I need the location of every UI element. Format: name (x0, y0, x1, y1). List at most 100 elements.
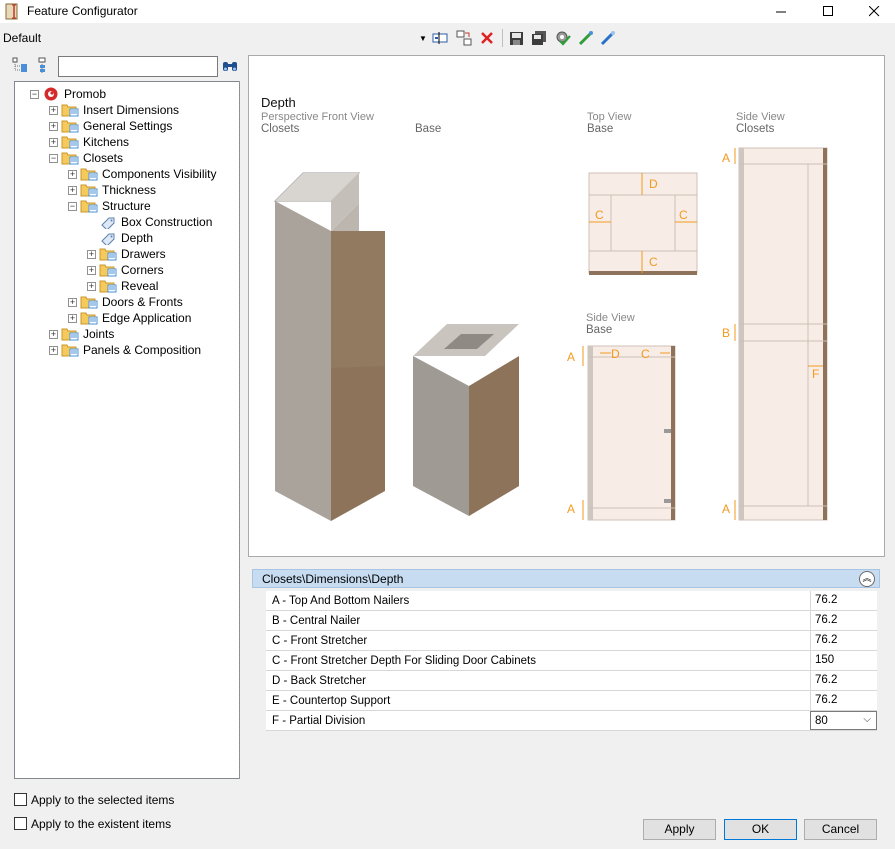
expand-icon[interactable]: + (87, 281, 96, 291)
settings-check-button[interactable] (553, 29, 571, 47)
rename-button[interactable] (431, 29, 449, 47)
expand-icon[interactable]: + (87, 249, 96, 259)
collapse-icon[interactable]: − (30, 89, 39, 99)
import-button[interactable] (577, 29, 595, 47)
tree-item[interactable]: + Components Visibility (68, 166, 218, 182)
side-view-closets-drawing (734, 147, 828, 521)
expand-all-icon[interactable] (12, 57, 29, 74)
property-value[interactable]: 76.2 (810, 611, 877, 630)
tree-item[interactable]: − Promob (30, 86, 107, 102)
property-path: Closets\Dimensions\Depth (262, 572, 404, 586)
tree-item[interactable]: + Kitchens (49, 134, 130, 150)
property-value[interactable]: 76.2 (810, 691, 877, 710)
collapse-chevron-icon[interactable]: ︽ (859, 571, 875, 587)
export-button[interactable] (599, 29, 617, 47)
delete-button[interactable] (478, 29, 496, 47)
property-row[interactable]: C - Front Stretcher 76.2 (266, 631, 877, 651)
apply-existent-checkbox[interactable] (14, 817, 27, 830)
apply-existent-label: Apply to the existent items (31, 817, 172, 831)
marker-a-closet-bottom: A (722, 502, 730, 516)
property-row[interactable]: E - Countertop Support 76.2 (266, 691, 877, 711)
close-button[interactable] (851, 0, 895, 23)
tree-item-label: Panels & Composition (83, 343, 202, 357)
tree-search-input[interactable] (58, 56, 218, 77)
tree-item-label: Thickness (102, 183, 157, 197)
expand-icon[interactable]: + (68, 297, 77, 307)
folder-icon (61, 136, 79, 149)
tree-item[interactable]: + Drawers (87, 246, 167, 262)
property-value[interactable]: 150 (810, 651, 877, 670)
property-name: A - Top And Bottom Nailers (272, 595, 410, 607)
apply-selected-checkbox[interactable] (14, 793, 27, 806)
property-value-text: 76.2 (815, 694, 838, 706)
expand-icon[interactable]: + (49, 345, 58, 355)
close-icon (868, 6, 879, 17)
tree-item-label: Insert Dimensions (83, 103, 180, 117)
profile-value: Default (3, 31, 42, 45)
tree-item-label: General Settings (83, 119, 173, 133)
title-bar: Feature Configurator (0, 0, 895, 23)
tree-item[interactable]: + Thickness (68, 182, 157, 198)
export-arrow-icon (600, 31, 615, 46)
collapse-icon[interactable]: − (68, 201, 77, 211)
tree-item-label: Box Construction (121, 215, 213, 229)
property-value[interactable]: 76.2 (810, 591, 877, 610)
gear-check-icon (556, 31, 571, 46)
tree-item[interactable]: + Corners (87, 262, 165, 278)
expand-icon[interactable]: + (49, 329, 58, 339)
apply-button[interactable]: Apply (643, 819, 716, 840)
property-value[interactable]: 76.2 (810, 631, 877, 650)
save-as-button[interactable] (530, 29, 548, 47)
binoculars-icon[interactable] (221, 57, 239, 75)
app-icon (5, 3, 18, 20)
profile-dropdown[interactable]: Default ▼ (0, 28, 432, 48)
minimize-button[interactable] (758, 0, 804, 23)
tree-item[interactable]: + General Settings (49, 118, 173, 134)
expand-icon[interactable]: + (49, 121, 58, 131)
save-button[interactable] (507, 29, 525, 47)
tree-item[interactable]: + Insert Dimensions (49, 102, 180, 118)
folder-icon (99, 280, 117, 293)
collapse-all-icon[interactable] (37, 57, 49, 74)
cancel-button[interactable]: Cancel (804, 819, 877, 840)
expand-icon[interactable]: + (68, 313, 77, 323)
expand-icon[interactable]: + (68, 185, 77, 195)
tree-item[interactable]: + Panels & Composition (49, 342, 202, 358)
move-button[interactable] (455, 29, 473, 47)
tree-item[interactable]: + Reveal (87, 278, 159, 294)
tree-item[interactable]: + Doors & Fronts (68, 294, 184, 310)
property-row[interactable]: C - Front Stretcher Depth For Sliding Do… (266, 651, 877, 671)
feature-tree[interactable]: − Promob + Insert Dimensions + General Settin… (14, 81, 240, 779)
window-title: Feature Configurator (27, 4, 138, 18)
tall-closet-3d (273, 172, 385, 521)
import-arrow-icon (578, 31, 593, 46)
property-row[interactable]: F - Partial Division 80 ⌵ (266, 711, 877, 731)
tree-item[interactable]: + Edge Application (68, 310, 192, 326)
tree-item[interactable]: Box Construction (87, 214, 213, 230)
collapse-icon[interactable]: − (49, 153, 58, 163)
property-row[interactable]: B - Central Nailer 76.2 (266, 611, 877, 631)
ok-button[interactable]: OK (724, 819, 797, 840)
property-value[interactable]: 76.2 (810, 671, 877, 690)
expand-icon[interactable]: + (87, 265, 96, 275)
folder-icon (61, 328, 79, 341)
folder-icon (61, 104, 79, 117)
tree-item[interactable]: − Closets (49, 150, 124, 166)
tree-item[interactable]: − Structure (68, 198, 152, 214)
property-group-header[interactable]: Closets\Dimensions\Depth ︽ (252, 569, 880, 588)
marker-d-top: D (649, 177, 658, 191)
tree-splitter[interactable] (239, 81, 241, 779)
tree-item[interactable]: Depth (87, 230, 155, 246)
tree-item-label: Promob (64, 87, 107, 101)
expand-icon[interactable]: + (49, 105, 58, 115)
folder-icon (80, 296, 98, 309)
expand-icon[interactable]: + (49, 137, 58, 147)
property-value-dropdown[interactable]: 80 ⌵ (810, 711, 877, 730)
marker-c-right: C (679, 208, 688, 222)
rename-icon (432, 32, 448, 44)
tree-item[interactable]: + Joints (49, 326, 115, 342)
expand-icon[interactable]: + (68, 169, 77, 179)
property-row[interactable]: A - Top And Bottom Nailers 76.2 (266, 591, 877, 611)
maximize-button[interactable] (805, 0, 851, 23)
property-row[interactable]: D - Back Stretcher 76.2 (266, 671, 877, 691)
